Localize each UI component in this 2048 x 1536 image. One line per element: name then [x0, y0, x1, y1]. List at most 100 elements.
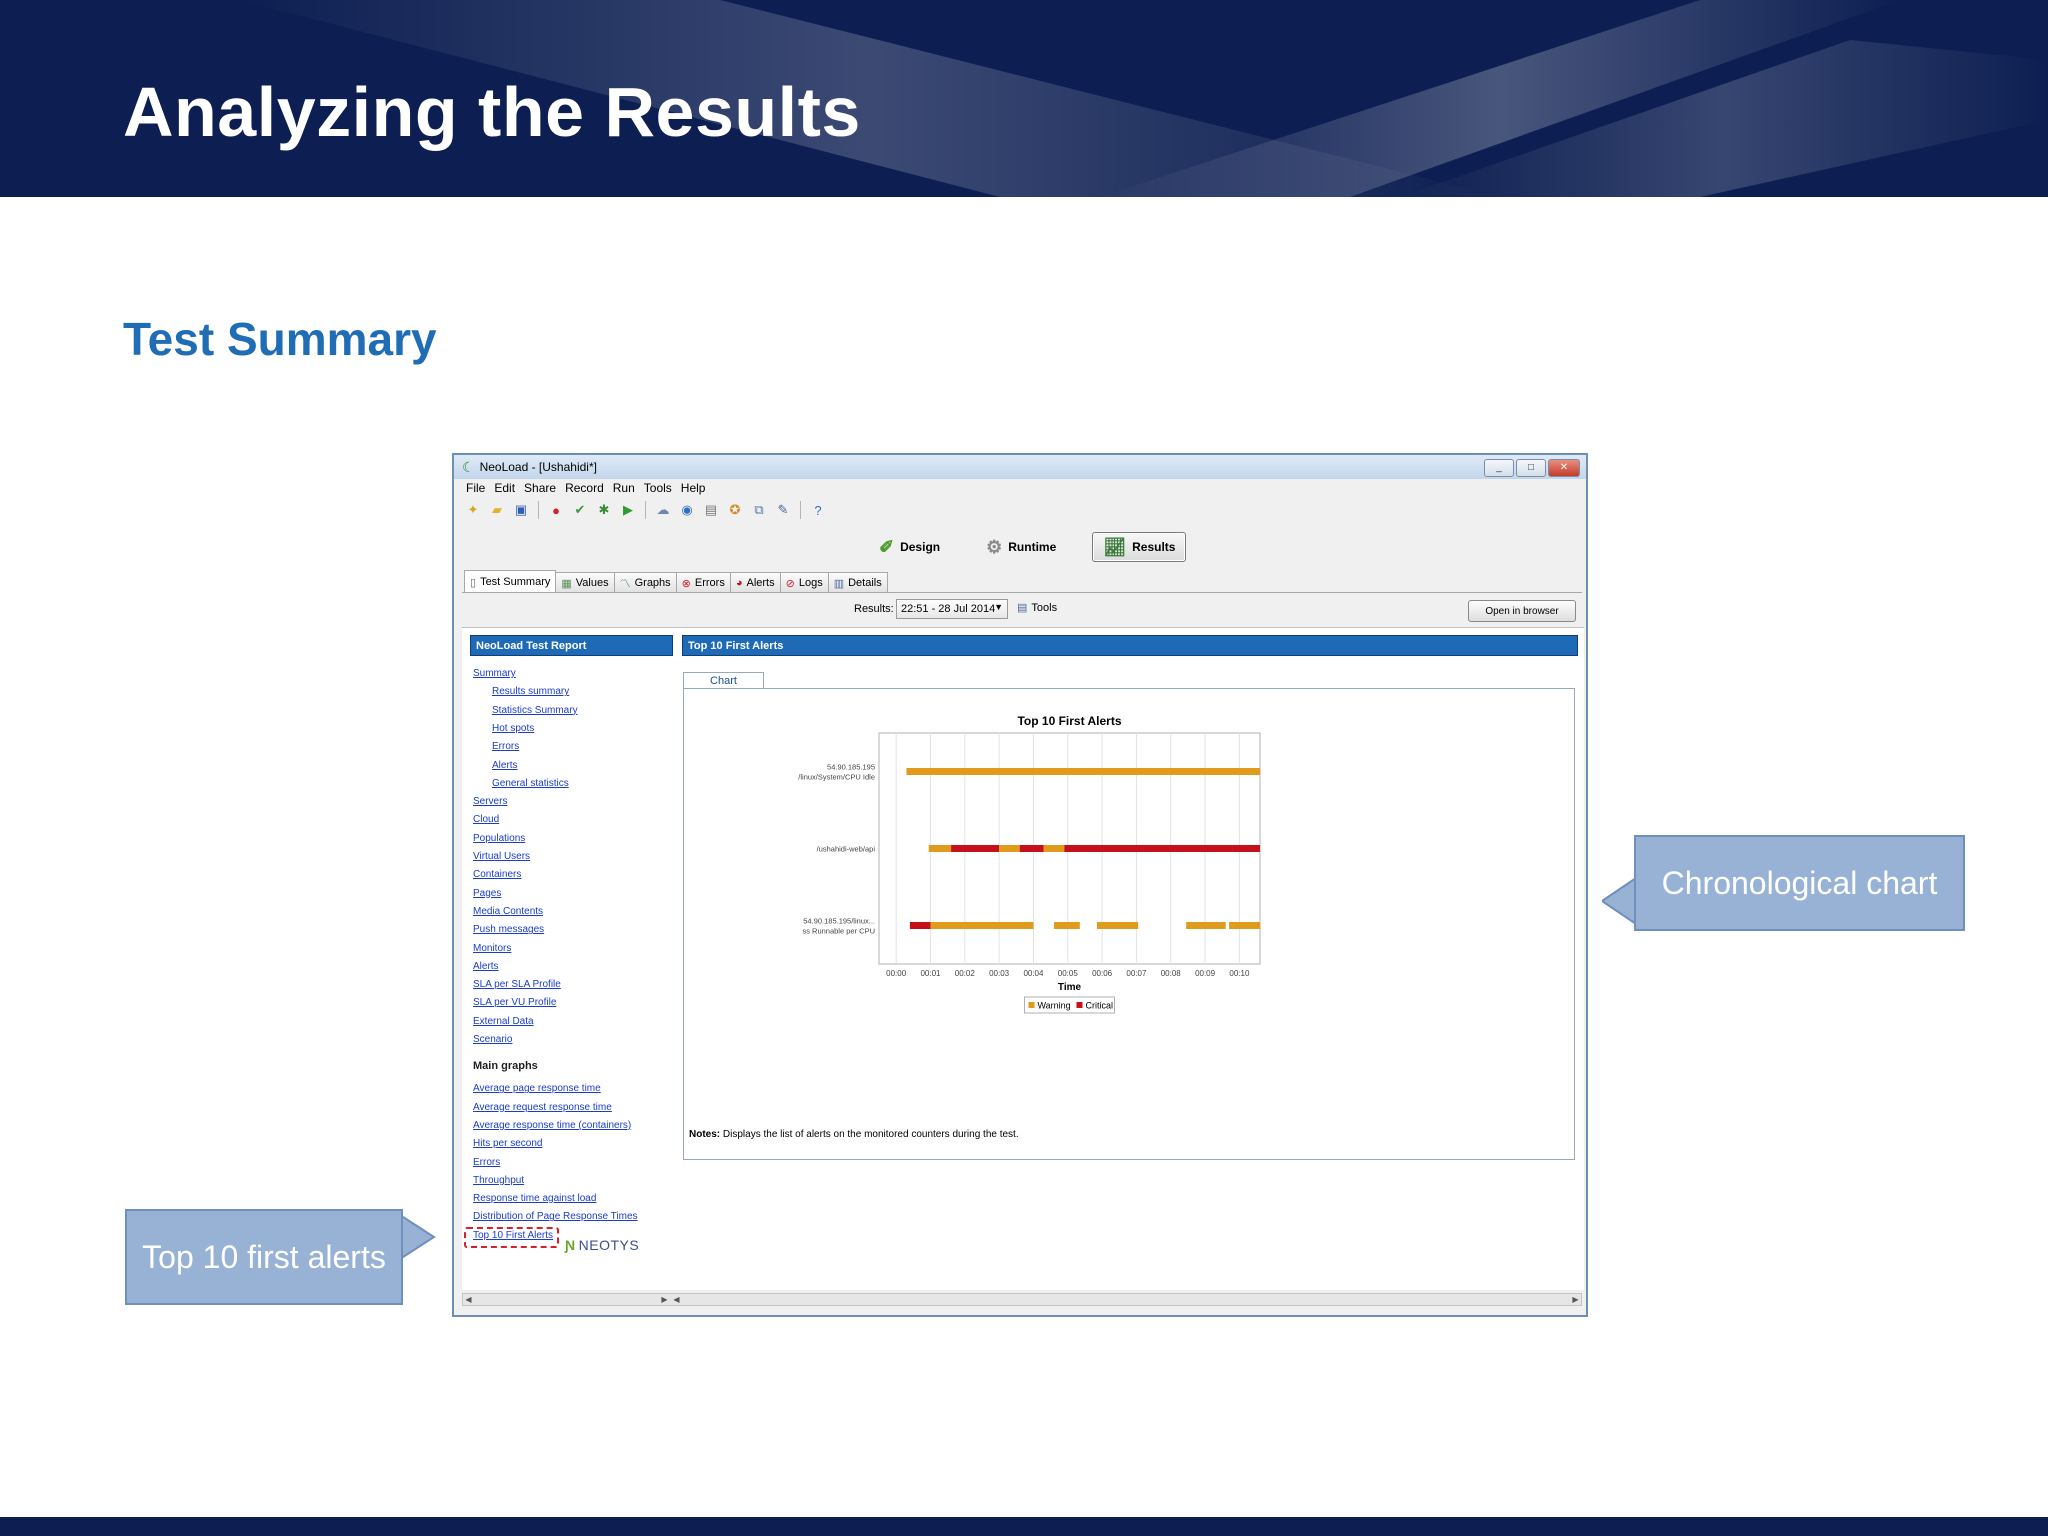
- tab-test-summary[interactable]: ▯ Test Summary: [464, 570, 557, 593]
- globe-icon[interactable]: ◉: [678, 501, 696, 519]
- tab-errors[interactable]: ⊗ Errors: [675, 572, 731, 593]
- slide-title: Analyzing the Results: [123, 73, 861, 151]
- nav-link-cloud[interactable]: Cloud: [473, 814, 499, 825]
- x-tick-label: 00:02: [955, 969, 976, 978]
- nav-link-results-summary[interactable]: Results summary: [473, 686, 569, 697]
- nav-link-sla-per-sla-profile[interactable]: SLA per SLA Profile: [473, 979, 561, 990]
- nav-link-summary[interactable]: Summary: [473, 668, 516, 679]
- save-icon[interactable]: ▣: [512, 501, 530, 519]
- main-graph-link-distribution-of-page-response-times[interactable]: Distribution of Page Response Times: [473, 1211, 638, 1222]
- log-icon: ⊘: [785, 577, 795, 590]
- main-graph-link-hits-per-second[interactable]: Hits per second: [473, 1138, 542, 1149]
- neotys-logo: Ɲ NEOTYS: [565, 1237, 639, 1253]
- row-label: ss Runnable per CPU: [802, 927, 875, 936]
- tab-alerts[interactable]: ◕ Alerts: [729, 572, 781, 593]
- tab-graphs[interactable]: 〽 Graphs: [613, 572, 677, 593]
- nav-link-push-messages[interactable]: Push messages: [473, 924, 544, 935]
- main-graph-link-errors[interactable]: Errors: [473, 1157, 500, 1168]
- legend-swatch-critical: [1076, 1002, 1083, 1008]
- toolbar-separator: [538, 501, 539, 519]
- nav-link-populations[interactable]: Populations: [473, 833, 525, 844]
- tools-button[interactable]: ▤ Tools: [1017, 601, 1057, 615]
- tab-label: Test Summary: [480, 576, 551, 588]
- open-icon[interactable]: ▰: [488, 501, 506, 519]
- menu-share[interactable]: Share: [524, 481, 556, 495]
- menu-file[interactable]: File: [466, 481, 485, 495]
- play-icon[interactable]: ▶: [619, 501, 637, 519]
- scroll-left-icon[interactable]: ◀: [463, 1294, 474, 1305]
- ribbon-icon[interactable]: ✪: [726, 501, 744, 519]
- nav-link-alerts[interactable]: Alerts: [473, 961, 499, 972]
- toolbar-separator: [645, 501, 646, 519]
- help-icon[interactable]: ?: [809, 501, 827, 519]
- chart-tab[interactable]: Chart: [683, 672, 764, 689]
- check-icon[interactable]: ✔: [571, 501, 589, 519]
- tab-details[interactable]: ▥ Details: [827, 572, 888, 593]
- nav-link-containers[interactable]: Containers: [473, 869, 521, 880]
- minimize-button[interactable]: _: [1484, 459, 1514, 477]
- new-icon[interactable]: ✦: [464, 501, 482, 519]
- cloud-icon[interactable]: ☁: [654, 501, 672, 519]
- maximize-button[interactable]: □: [1516, 459, 1546, 477]
- nav-link-errors[interactable]: Errors: [473, 741, 519, 752]
- alert-segment-warning: [928, 845, 952, 852]
- edit-icon[interactable]: ✎: [774, 501, 792, 519]
- close-button[interactable]: ✕: [1548, 459, 1580, 477]
- x-tick-label: 00:00: [886, 969, 907, 978]
- highlight-dashed-box: [464, 1226, 559, 1248]
- alert-segment-warning: [1043, 845, 1065, 852]
- callout-left-pointer: [400, 1215, 436, 1259]
- window-titlebar[interactable]: ☾ NeoLoad - [Ushahidi*] _ □ ✕: [454, 455, 1586, 479]
- tab-logs[interactable]: ⊘ Logs: [779, 572, 829, 593]
- tab-label: Alerts: [746, 577, 775, 589]
- open-in-browser-button[interactable]: Open in browser: [1468, 600, 1576, 622]
- nav-link-media-contents[interactable]: Media Contents: [473, 906, 543, 917]
- runtime-mode-button[interactable]: ⚙ Runtime: [976, 533, 1066, 561]
- nav-link-general-statistics[interactable]: General statistics: [473, 778, 569, 789]
- report-icon[interactable]: ▤: [702, 501, 720, 519]
- report-nav-header: NeoLoad Test Report: [470, 635, 673, 656]
- results-mode-button[interactable]: 📈︎ Results: [1092, 532, 1187, 562]
- main-graph-link-average-page-response-time[interactable]: Average page response time: [473, 1083, 601, 1094]
- nav-link-statistics-summary[interactable]: Statistics Summary: [473, 705, 578, 716]
- main-graph-link-average-request-response-time[interactable]: Average request response time: [473, 1102, 612, 1113]
- settings-icon[interactable]: ✱: [595, 501, 613, 519]
- alert-segment-warning: [1186, 922, 1226, 929]
- x-tick-label: 00:04: [1023, 969, 1044, 978]
- nav-link-scenario[interactable]: Scenario: [473, 1034, 512, 1045]
- design-mode-button[interactable]: ✐ Design: [869, 533, 950, 561]
- main-graph-link-average-response-time-containers-[interactable]: Average response time (containers): [473, 1120, 631, 1131]
- compare-icon[interactable]: ⧉: [750, 501, 768, 519]
- mode-switcher: ✐ Design ⚙ Runtime 📈︎ Results: [869, 532, 1187, 562]
- neotys-logo-icon: Ɲ: [565, 1237, 576, 1253]
- menu-run[interactable]: Run: [613, 481, 635, 495]
- menu-record[interactable]: Record: [565, 481, 604, 495]
- horizontal-scrollbar[interactable]: ◀ ▶ ◀ ▶: [462, 1293, 1582, 1306]
- main-graph-link-response-time-against-load[interactable]: Response time against load: [473, 1193, 596, 1204]
- nav-link-servers[interactable]: Servers: [473, 796, 507, 807]
- menu-tools[interactable]: Tools: [644, 481, 672, 495]
- tab-values[interactable]: ▦ Values: [555, 572, 615, 593]
- table-icon: ▦: [561, 577, 572, 590]
- slide-footer: [0, 1517, 2048, 1536]
- nav-link-pages[interactable]: Pages: [473, 888, 501, 899]
- alert-segment-warning: [1229, 922, 1260, 929]
- document-icon: ▯: [470, 576, 477, 589]
- nav-link-alerts[interactable]: Alerts: [473, 760, 518, 771]
- menu-edit[interactable]: Edit: [494, 481, 515, 495]
- scroll-right-icon[interactable]: ▶: [659, 1294, 670, 1305]
- results-select[interactable]: 22:51 - 28 Jul 2014 ▼: [896, 599, 1008, 619]
- main-graph-link-throughput[interactable]: Throughput: [473, 1175, 524, 1186]
- scroll-right-icon[interactable]: ▶: [1570, 1294, 1581, 1305]
- nav-link-external-data[interactable]: External Data: [473, 1016, 534, 1027]
- menu-help[interactable]: Help: [681, 481, 706, 495]
- nav-link-monitors[interactable]: Monitors: [473, 943, 511, 954]
- nav-link-virtual-users[interactable]: Virtual Users: [473, 851, 530, 862]
- alert-segment-warning: [930, 922, 1034, 929]
- nav-link-hot-spots[interactable]: Hot spots: [473, 723, 534, 734]
- scroll-left-icon[interactable]: ◀: [671, 1294, 682, 1305]
- x-tick-label: 00:07: [1126, 969, 1147, 978]
- x-tick-label: 00:09: [1195, 969, 1216, 978]
- nav-link-sla-per-vu-profile[interactable]: SLA per VU Profile: [473, 997, 556, 1008]
- record-icon[interactable]: ●: [547, 501, 565, 519]
